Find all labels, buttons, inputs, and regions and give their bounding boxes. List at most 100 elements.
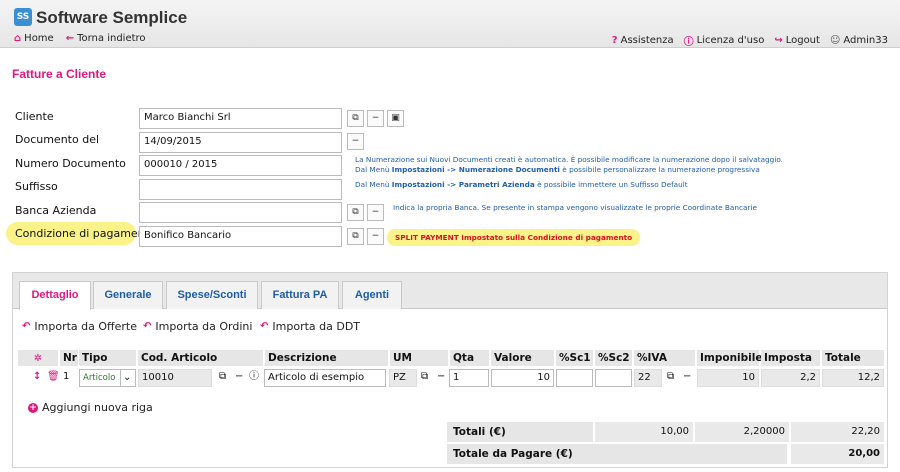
cod-clear-icon[interactable]: −	[232, 369, 244, 387]
header-imposta: Imposta	[761, 350, 820, 366]
cliente-input[interactable]: Marco Bianchi Srl	[139, 108, 342, 129]
cell-iva[interactable]: 22	[634, 369, 662, 387]
tab-generale[interactable]: Generale	[93, 281, 163, 309]
totale-pagare-label: Totale da Pagare (€)	[447, 444, 787, 464]
cell-cod[interactable]: 10010	[138, 369, 212, 387]
numero-documento-input[interactable]: 000010 / 2015	[139, 155, 342, 176]
header-iva: %IVA	[634, 350, 695, 366]
calendar-icon: ▣	[391, 113, 400, 123]
nav-home[interactable]: ⌂ Home	[14, 33, 54, 44]
cell-imposta: 2,2	[761, 369, 820, 387]
suffisso-label: Suffisso	[15, 180, 58, 193]
nav-user[interactable]: ☺ Admin33	[830, 33, 888, 48]
nav-logout[interactable]: ↪ Logout	[774, 33, 820, 48]
cell-nr: 1	[63, 371, 70, 382]
header-cod: Cod. Articolo	[138, 350, 263, 366]
app-logo: SS	[14, 8, 32, 26]
nav-left: ⌂ Home ← Torna indietro	[14, 33, 146, 44]
cell-desc[interactable]: Articolo di esempio	[264, 369, 386, 387]
um-open-icon[interactable]: ⧉	[418, 369, 432, 387]
banca-azienda-label: Banca Azienda	[15, 204, 97, 217]
pagamento-clear-button[interactable]: −	[367, 228, 384, 245]
iva-clear-icon[interactable]: −	[680, 369, 692, 387]
plus-icon: +	[28, 402, 38, 413]
header-sc1: %Sc1	[556, 350, 593, 366]
header-totale: Totale	[822, 350, 884, 366]
header-imponibile: Imponibile	[697, 350, 763, 366]
cliente-label: Cliente	[15, 110, 54, 123]
external-link-icon: ⧉	[352, 231, 359, 241]
cell-sc2[interactable]	[595, 369, 632, 387]
nav-licenza[interactable]: ⓘ Licenza d'uso	[684, 33, 765, 48]
external-link-icon: ⧉	[352, 207, 359, 217]
minus-icon: −	[371, 231, 380, 241]
banca-azienda-input[interactable]	[139, 202, 342, 223]
cell-sc1[interactable]	[556, 369, 593, 387]
nav-assistenza[interactable]: ? Assistenza	[612, 33, 674, 48]
cod-info-icon[interactable]: ⓘ	[246, 369, 260, 387]
add-row-button[interactable]: + Aggiungi nuova riga	[28, 401, 153, 414]
header-settings[interactable]: ✲	[18, 350, 58, 366]
nav-right: ? Assistenza ⓘ Licenza d'uso ↪ Logout ☺ Admi…	[612, 33, 888, 48]
import-arrow-icon: ↶	[22, 321, 31, 332]
banca-hint: Indica la propria Banca. Se presente in …	[393, 203, 757, 212]
um-clear-icon[interactable]: −	[434, 369, 446, 387]
documento-del-input[interactable]: 14/09/2015	[139, 132, 342, 153]
user-icon: ☺	[829, 35, 841, 46]
numero-documento-label: Numero Documento	[15, 157, 126, 170]
minus-icon: −	[351, 136, 360, 146]
totali-imposta: 2,20000	[695, 422, 789, 442]
tipo-dropdown[interactable]: ⌄	[120, 369, 136, 387]
page-title: Fatture a Cliente	[12, 67, 107, 81]
minus-icon: −	[371, 207, 380, 217]
minus-icon: −	[371, 113, 380, 123]
import-arrow-icon: ↶	[143, 321, 152, 332]
header-nr: Nr	[60, 350, 78, 366]
import-ordini-link[interactable]: ↶ Importa da Ordini	[143, 320, 252, 333]
documento-clear-button[interactable]: −	[347, 133, 364, 150]
header-qta: Qta	[450, 350, 489, 366]
back-arrow-icon: ←	[65, 33, 75, 44]
cell-um[interactable]: PZ	[389, 369, 417, 387]
condizione-pagamento-label: Condizione di pagamento	[15, 227, 156, 240]
cliente-calendar-button[interactable]: ▣	[387, 110, 404, 127]
cod-open-icon[interactable]: ⧉	[216, 369, 230, 387]
cell-valore[interactable]: 10	[491, 369, 554, 387]
tab-spese-sconti[interactable]: Spese/Sconti	[166, 281, 258, 309]
top-bar: SS Software Semplice ⌂ Home ← Torna indiet…	[0, 0, 900, 48]
condizione-pagamento-input[interactable]: Bonifico Bancario	[139, 226, 342, 247]
numerazione-hint: La Numerazione sui Nuovi Documenti creat…	[355, 155, 783, 174]
import-ddt-link[interactable]: ↶ Importa da DDT	[260, 320, 360, 333]
totali-totale: 22,20	[791, 422, 884, 442]
banca-open-button[interactable]: ⧉	[347, 204, 364, 221]
iva-open-icon[interactable]: ⧉	[664, 369, 678, 387]
nav-back[interactable]: ← Torna indietro	[66, 33, 146, 44]
tab-fattura-pa[interactable]: Fattura PA	[261, 281, 339, 309]
tab-agenti[interactable]: Agenti	[342, 281, 402, 309]
external-link-icon: ⧉	[352, 113, 359, 123]
cliente-open-button[interactable]: ⧉	[347, 110, 364, 127]
header-sc2: %Sc2	[595, 350, 632, 366]
totali-imponibile: 10,00	[595, 422, 693, 442]
pagamento-open-button[interactable]: ⧉	[347, 228, 364, 245]
suffisso-input[interactable]	[139, 179, 342, 200]
delete-row-icon[interactable]: 🗑	[44, 369, 60, 387]
suffisso-hint: Dal Menù Impostazioni -> Parametri Azien…	[355, 180, 688, 189]
documento-del-label: Documento del	[15, 133, 100, 146]
chevron-down-icon: ⌄	[123, 372, 132, 383]
header-um: UM	[390, 350, 448, 366]
cell-qta[interactable]: 1	[449, 369, 489, 387]
tab-dettaglio[interactable]: Dettaglio	[19, 281, 91, 310]
gear-icon: ✲	[33, 353, 43, 364]
import-arrow-icon: ↶	[260, 321, 269, 332]
cell-imponibile: 10	[697, 369, 759, 387]
cell-tipo[interactable]: Articolo	[79, 369, 121, 387]
header-valore: Valore	[491, 350, 554, 366]
move-handle-icon[interactable]: ↕	[30, 369, 42, 387]
header-tipo: Tipo	[79, 350, 136, 366]
import-offerte-link[interactable]: ↶ Importa da Offerte	[22, 320, 137, 333]
banca-clear-button[interactable]: −	[367, 204, 384, 221]
header-desc: Descrizione	[265, 350, 388, 366]
totale-pagare-value: 20,00	[791, 444, 884, 464]
cliente-clear-button[interactable]: −	[367, 110, 384, 127]
